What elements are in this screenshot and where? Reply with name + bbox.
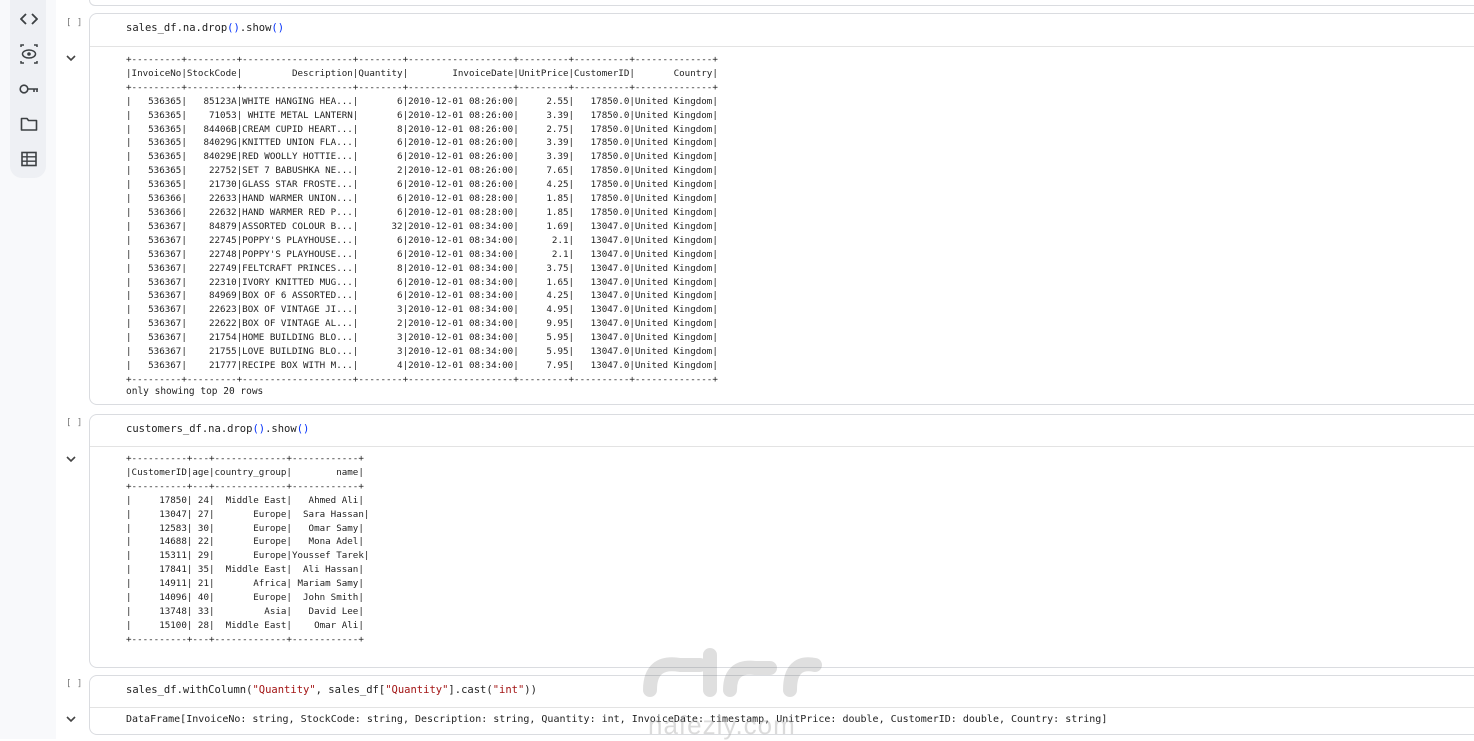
code-text[interactable]: sales_df.na.drop().show() — [126, 22, 284, 34]
output-line: | 17841| 35| Middle East| Ali Hassan| — [126, 564, 364, 576]
output-line: | 15100| 28| Middle East| Omar Ali| — [126, 619, 364, 631]
output-line: | 536367| 22310|IVORY KNITTED MUG...| 6|… — [126, 276, 718, 288]
output-line: | 536365| 71053| WHITE METAL LANTERN| 6|… — [126, 109, 718, 121]
code-part: sales_df.withColumn( — [126, 684, 253, 696]
left-sidebar — [0, 0, 56, 739]
output-line: | 536367| 22748|POPPY'S PLAYHOUSE...| 6|… — [126, 248, 718, 260]
key-icon[interactable] — [18, 78, 40, 100]
eye-icon[interactable] — [18, 43, 40, 65]
output-line: | 536365| 22752|SET 7 BABUSHKA NE...| 2|… — [126, 165, 718, 177]
output-line: | 536367| 22749|FELTCRAFT PRINCES...| 8|… — [126, 262, 718, 274]
folder-icon[interactable] — [18, 113, 40, 135]
output-line: | 536367| 21755|LOVE BUILDING BLO...| 3|… — [126, 346, 718, 358]
output-line: | 536367| 21754|HOME BUILDING BLO...| 3|… — [126, 332, 718, 344]
output-line: | 536367| 22745|POPPY'S PLAYHOUSE...| 6|… — [126, 234, 718, 246]
output-line: | 536367| 21777|RECIPE BOX WITH M...| 4|… — [126, 359, 718, 371]
output-line: | 536367| 22623|BOX OF VINTAGE JI...| 3|… — [126, 304, 718, 316]
output-line: | 536366| 22632|HAND WARMER RED P...| 6|… — [126, 206, 718, 218]
code-part: ].cast( — [448, 684, 493, 696]
cell-run-indicator[interactable]: [ ] — [66, 679, 82, 689]
output-line: +---------+---------+-------------------… — [126, 81, 718, 93]
output-line: +----------+---+-------------+----------… — [126, 633, 364, 645]
code-string: "Quantity" — [385, 684, 449, 696]
chevron-down-icon[interactable] — [64, 712, 78, 726]
output-line: | 14688| 22| Europe| Mona Adel| — [126, 536, 364, 548]
output-line: | 536365| 84029E|RED WOOLLY HOTTIE...| 6… — [126, 151, 718, 163]
output-line: +---------+---------+-------------------… — [126, 373, 718, 385]
output-line: | 536367| 22622|BOX OF VINTAGE AL...| 2|… — [126, 318, 718, 330]
output-note: only showing top 20 rows — [126, 386, 264, 397]
output-line: | 13748| 33| Asia| David Lee| — [126, 605, 364, 617]
output-line: | 536365| 85123A|WHITE HANGING HEA...| 6… — [126, 95, 718, 107]
watermark-text: nafezly.com — [648, 710, 796, 740]
output-line: | 14096| 40| Europe| John Smith| — [126, 592, 364, 604]
chevron-down-icon[interactable] — [64, 452, 78, 466]
cell-run-indicator[interactable]: [ ] — [66, 418, 82, 428]
code-part: )) — [524, 684, 537, 696]
code-editor[interactable]: customers_df.na.drop().show() — [90, 415, 1474, 447]
cell-output-table: +---------+---------+-------------------… — [126, 53, 718, 387]
code-string: "Quantity" — [252, 684, 316, 696]
code-icon[interactable] — [18, 8, 40, 30]
output-line: | 536367| 84969|BOX OF 6 ASSORTED...| 6|… — [126, 290, 718, 302]
output-line: | 536365| 84029G|KNITTED UNION FLA...| 6… — [126, 137, 718, 149]
code-cell-sales-show[interactable]: sales_df.na.drop().show() +---------+---… — [89, 13, 1474, 405]
output-line: | 536366| 22633|HAND WARMER UNION...| 6|… — [126, 193, 718, 205]
code-text[interactable]: customers_df.na.drop().show() — [126, 423, 309, 435]
output-line: | 536365| 21730|GLASS STAR FROSTE...| 6|… — [126, 179, 718, 191]
previous-cell-edge — [89, 0, 1474, 6]
output-line: | 12583| 30| Europe| Omar Samy| — [126, 522, 364, 534]
code-cell-customers-show[interactable]: customers_df.na.drop().show() +---------… — [89, 414, 1474, 668]
cell-output-text: DataFrame[InvoiceNo: string, StockCode: … — [126, 714, 1108, 725]
code-string: "int" — [492, 684, 525, 696]
output-line: +---------+---------+-------------------… — [126, 54, 718, 65]
code-part: , sales_df[ — [315, 684, 386, 696]
output-line: | 536367| 84879|ASSORTED COLOUR B...| 32… — [126, 220, 718, 232]
output-line: +----------+---+-------------+----------… — [126, 453, 364, 464]
output-line: | 14911| 21| Africa| Mariam Samy| — [126, 578, 364, 590]
output-line: | 536365| 84406B|CREAM CUPID HEART...| 8… — [126, 123, 718, 135]
output-line: +----------+---+-------------+----------… — [126, 480, 364, 492]
code-editor[interactable]: sales_df.withColumn("Quantity", sales_df… — [90, 676, 1474, 708]
table-icon[interactable] — [18, 148, 40, 170]
output-line: | 13047| 27| Europe| Sara Hassan| — [126, 508, 370, 520]
output-line: |InvoiceNo|StockCode| Description|Quanti… — [126, 67, 718, 79]
output-line: | 17850| 24| Middle East| Ahmed Ali| — [126, 494, 364, 506]
output-line: | 15311| 29| Europe|Youssef Tarek| — [126, 550, 370, 562]
code-text[interactable]: sales_df.withColumn("Quantity", sales_df… — [126, 684, 537, 696]
cell-run-indicator[interactable]: [ ] — [66, 18, 82, 28]
code-editor[interactable]: sales_df.na.drop().show() — [90, 14, 1474, 47]
cell-output-table: +----------+---+-------------+----------… — [126, 452, 369, 647]
output-line: |CustomerID|age|country_group| name| — [126, 466, 364, 478]
chevron-down-icon[interactable] — [64, 51, 78, 65]
